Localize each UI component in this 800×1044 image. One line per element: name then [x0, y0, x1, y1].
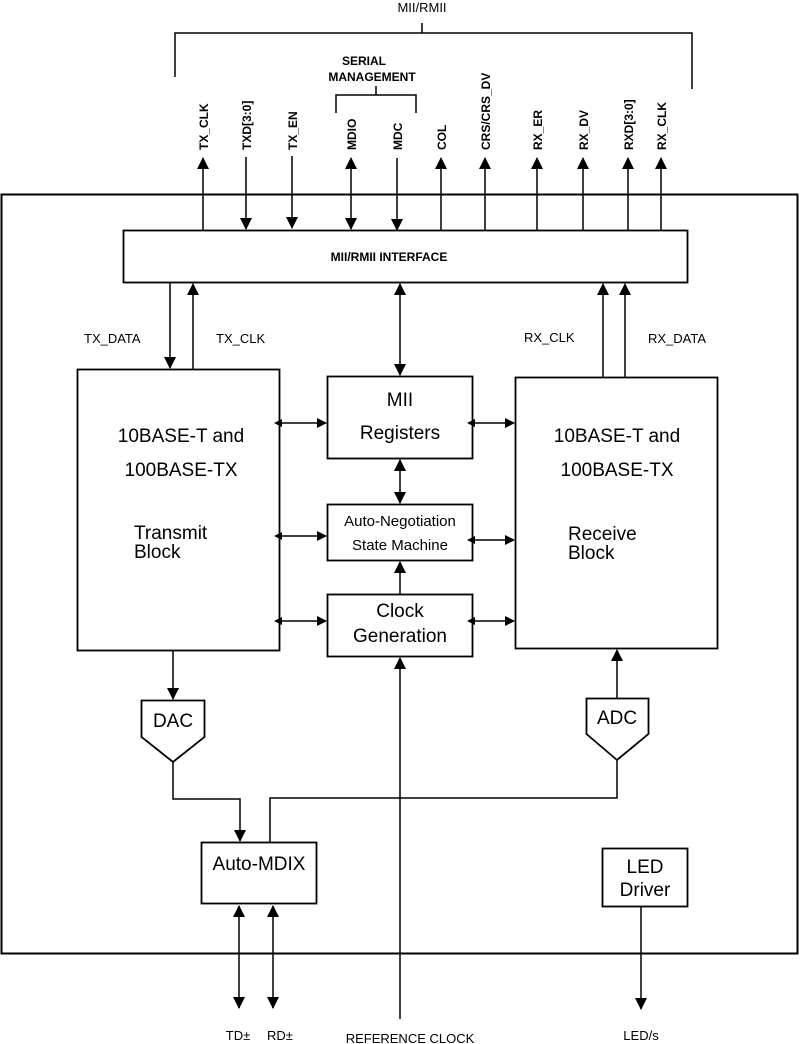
mii-registers-block — [326, 375, 474, 460]
auto-mdix-label: Auto-MDIX — [213, 854, 306, 875]
clockgen-line2: Generation — [353, 626, 447, 647]
transmit-block — [76, 368, 281, 652]
led-line1: LED — [627, 857, 664, 878]
dac-label: DAC — [153, 711, 193, 732]
signal-label-rx-clk: RX_CLK — [655, 102, 669, 150]
clockgen-line1: Clock — [376, 601, 424, 622]
signal-label-mdio: MDIO — [345, 119, 359, 150]
mdix-adc-wire — [269, 760, 618, 842]
signal-labels: TX_CLK TXD[3:0] TX_EN MDIO MDC COL CRS/C… — [197, 73, 669, 150]
registers-line2: Registers — [360, 423, 440, 444]
tx-clk-label: TX_CLK — [216, 331, 265, 346]
signal-arrows — [197, 156, 667, 231]
signal-label-col: COL — [435, 125, 449, 150]
serial-management-bracket: SERIAL MANAGEMENT — [328, 54, 417, 113]
bus-bracket: MII/RMII — [174, 0, 693, 89]
signal-label-txd: TXD[3:0] — [240, 101, 254, 150]
rx-clk-label: RX_CLK — [524, 330, 575, 345]
rd-label: RD± — [267, 1028, 293, 1043]
autoneg-line2: State Machine — [352, 537, 448, 554]
signal-label-tx-clk: TX_CLK — [197, 103, 211, 150]
transmit-line2: 100BASE-TX — [125, 460, 238, 481]
led-line2: Driver — [620, 880, 671, 901]
phy-block-diagram: MII/RMII SERIAL MANAGEMENT TX_CLK TXD[3:… — [0, 0, 799, 1044]
reference-clock-label: REFERENCE CLOCK — [346, 1031, 475, 1044]
transmit-line3: Transmit — [134, 523, 208, 544]
adc-label: ADC — [597, 708, 637, 729]
receive-line3: Receive — [568, 524, 637, 545]
autoneg-line1: Auto-Negotiation — [344, 513, 456, 530]
receive-line1: 10BASE-T and — [554, 426, 680, 447]
signal-label-mdc: MDC — [391, 122, 405, 150]
interface-label: MII/RMII INTERFACE — [331, 250, 448, 264]
serial-label-1: SERIAL — [342, 54, 386, 68]
serial-label-2: MANAGEMENT — [328, 70, 416, 84]
dac-mdix-wire — [172, 762, 246, 842]
signal-label-tx-en: TX_EN — [286, 111, 300, 150]
signal-label-rx-er: RX_ER — [531, 110, 545, 150]
signal-label-rxd: RXD[3:0] — [622, 99, 636, 150]
transmit-line1: 10BASE-T and — [118, 426, 244, 447]
signal-label-rx-dv: RX_DV — [577, 110, 591, 150]
td-label: TD± — [226, 1028, 250, 1043]
receive-line2: 100BASE-TX — [561, 460, 674, 481]
receive-line4: Block — [568, 543, 615, 564]
signal-label-crs: CRS/CRS_DV — [479, 73, 493, 150]
rx-data-label: RX_DATA — [648, 331, 706, 346]
transmit-line4: Block — [134, 542, 181, 563]
tx-data-label: TX_DATA — [84, 331, 141, 346]
leds-label: LED/s — [623, 1028, 659, 1043]
receive-block — [514, 376, 719, 650]
bus-title: MII/RMII — [397, 0, 446, 15]
registers-line1: MII — [387, 390, 413, 411]
